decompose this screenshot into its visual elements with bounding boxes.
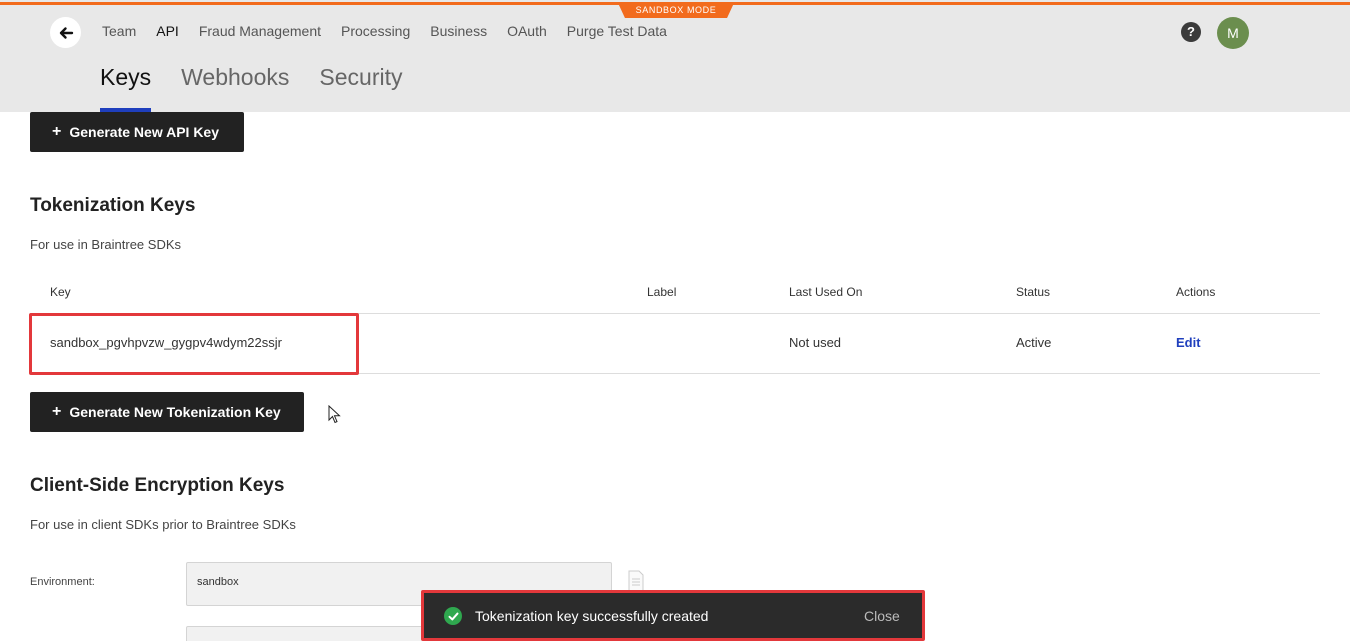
back-button[interactable] xyxy=(50,17,81,48)
column-header-key: Key xyxy=(50,285,71,299)
top-nav-business[interactable]: Business xyxy=(430,23,487,39)
user-avatar[interactable]: M xyxy=(1217,17,1249,49)
success-toast: Tokenization key successfully created Cl… xyxy=(421,590,925,641)
cse-keys-title: Client-Side Encryption Keys xyxy=(30,475,285,496)
key-highlight-annotation xyxy=(29,313,359,375)
tab-security[interactable]: Security xyxy=(319,64,402,112)
generate-api-key-label: Generate New API Key xyxy=(69,124,219,140)
tokenization-keys-description: For use in Braintree SDKs xyxy=(30,237,182,252)
top-nav-oauth[interactable]: OAuth xyxy=(507,23,547,39)
top-nav-purge-test-data[interactable]: Purge Test Data xyxy=(567,23,667,39)
generate-tokenization-key-label: Generate New Tokenization Key xyxy=(69,404,281,420)
top-nav-api[interactable]: API xyxy=(156,23,179,39)
environment-label: Environment: xyxy=(30,576,95,588)
arrow-left-icon xyxy=(59,26,73,39)
edit-tokenization-key-link[interactable]: Edit xyxy=(1176,335,1201,350)
column-header-last-used: Last Used On xyxy=(789,285,863,299)
top-nav: Team API Fraud Management Processing Bus… xyxy=(102,23,687,39)
cse-keys-description: For use in client SDKs prior to Braintre… xyxy=(30,517,296,532)
help-icon[interactable]: ? xyxy=(1181,22,1201,42)
document-copy-icon[interactable] xyxy=(626,570,646,592)
tokenization-key-last-used: Not used xyxy=(789,335,842,350)
tab-keys[interactable]: Keys xyxy=(100,64,152,112)
check-circle-icon xyxy=(444,607,462,625)
check-mark-icon xyxy=(448,612,458,620)
column-header-status: Status xyxy=(1016,285,1051,299)
top-nav-processing[interactable]: Processing xyxy=(341,23,410,39)
mouse-pointer-icon xyxy=(328,405,341,424)
generate-tokenization-key-button[interactable]: + Generate New Tokenization Key xyxy=(30,392,304,432)
column-header-actions: Actions xyxy=(1176,285,1216,299)
toast-close-button[interactable]: Close xyxy=(864,608,900,624)
top-nav-team[interactable]: Team xyxy=(102,23,136,39)
plus-icon: + xyxy=(52,403,62,420)
tab-webhooks[interactable]: Webhooks xyxy=(181,64,289,112)
generate-api-key-button[interactable]: + Generate New API Key xyxy=(30,112,244,152)
toast-message: Tokenization key successfully created xyxy=(475,608,709,624)
sandbox-mode-badge: SANDBOX MODE xyxy=(618,3,734,18)
tokenization-key-status: Active xyxy=(1016,335,1052,350)
top-nav-fraud-management[interactable]: Fraud Management xyxy=(199,23,321,39)
column-header-label: Label xyxy=(647,285,677,299)
sub-tabs: Keys Webhooks Security xyxy=(100,64,433,112)
plus-icon: + xyxy=(52,123,62,140)
tokenization-keys-title: Tokenization Keys xyxy=(30,195,196,216)
